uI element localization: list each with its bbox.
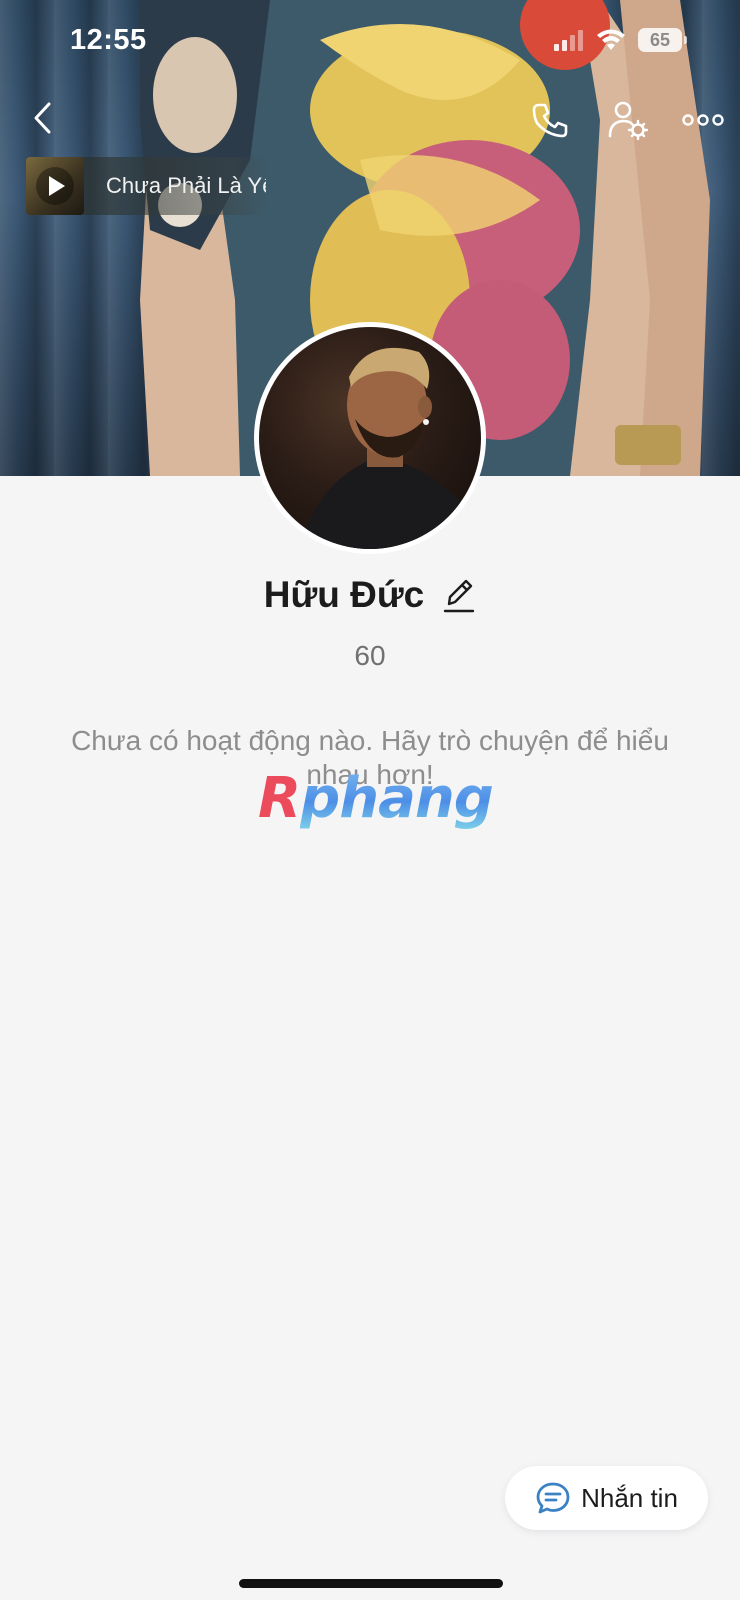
avatar-photo xyxy=(259,327,481,549)
battery-indicator: 65 xyxy=(638,28,687,52)
profile-settings-button[interactable] xyxy=(606,98,650,142)
watermark-logo: Rphang xyxy=(258,766,494,831)
play-icon xyxy=(36,167,74,205)
more-dots-icon xyxy=(682,114,724,126)
wifi-icon xyxy=(597,29,625,50)
status-time: 12:55 xyxy=(70,24,147,56)
profile-music-player[interactable]: Chưa Phải Là Yêu xyxy=(26,157,268,215)
profile-name-row: Hữu Đức xyxy=(0,574,740,616)
send-message-label: Nhắn tin xyxy=(581,1482,678,1513)
avatar[interactable] xyxy=(254,322,486,554)
music-title: Chưa Phải Là Yêu xyxy=(106,173,266,198)
watermark-rest: phang xyxy=(300,766,494,831)
more-options-button[interactable] xyxy=(678,100,728,140)
status-icons: 65 xyxy=(554,28,687,52)
pencil-icon xyxy=(444,579,475,613)
avatar-illustration xyxy=(299,347,481,549)
watermark-first-letter: R xyxy=(258,766,301,831)
chat-bubble-icon xyxy=(536,1482,570,1514)
profile-name: Hữu Đức xyxy=(263,574,425,615)
phone-icon xyxy=(532,103,568,138)
profile-subtitle: 60 xyxy=(354,640,386,671)
cellular-signal-icon xyxy=(554,30,583,51)
edit-name-button[interactable] xyxy=(442,575,476,615)
call-button[interactable] xyxy=(528,98,572,142)
music-thumbnail[interactable] xyxy=(26,157,84,215)
home-indicator[interactable] xyxy=(239,1579,503,1588)
chevron-left-icon xyxy=(34,102,51,134)
send-message-button[interactable]: Nhắn tin xyxy=(505,1466,708,1530)
user-settings-icon xyxy=(608,101,648,140)
back-button[interactable] xyxy=(22,96,62,140)
